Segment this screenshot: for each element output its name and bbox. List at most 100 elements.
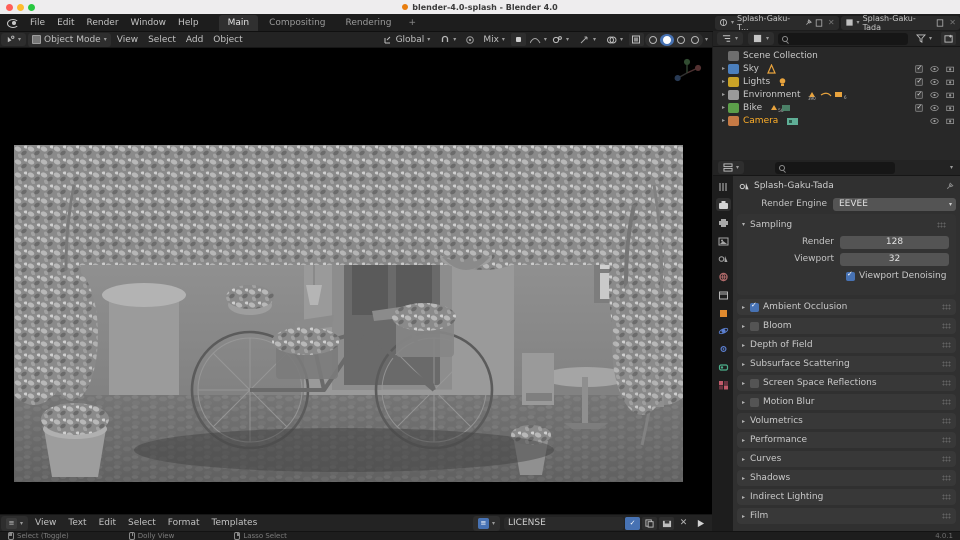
menu-window[interactable]: Window xyxy=(125,16,173,30)
panel-screen-space-reflections[interactable]: ▸ Screen Space Reflections xyxy=(737,375,956,391)
outliner-row-toggles[interactable] xyxy=(930,117,955,125)
viewport-denoising-row[interactable]: Viewport Denoising xyxy=(744,269,949,283)
render-engine-dropdown[interactable]: EEVEE ▾ xyxy=(833,198,956,211)
sampling-panel-header[interactable]: ▾ Sampling xyxy=(742,217,951,232)
eye-icon[interactable] xyxy=(930,91,939,99)
close-icon[interactable]: ✕ xyxy=(828,18,835,27)
sampling-render-field[interactable]: 128 xyxy=(840,236,949,249)
camera-icon[interactable] xyxy=(946,104,955,112)
shading-rendered-button[interactable] xyxy=(688,34,702,46)
text-menu-view[interactable]: View xyxy=(29,516,62,530)
save-file-button[interactable] xyxy=(659,517,674,530)
menu-edit[interactable]: Edit xyxy=(51,16,80,30)
checkbox-enable[interactable] xyxy=(915,104,923,112)
shading-solid-button[interactable] xyxy=(660,34,674,46)
properties-search-input[interactable] xyxy=(775,162,895,174)
eye-icon[interactable] xyxy=(930,65,939,73)
outliner-display-mode-button[interactable]: ▾ xyxy=(748,32,774,45)
text-menu-edit[interactable]: Edit xyxy=(93,516,122,530)
new-collection-button[interactable] xyxy=(941,32,956,45)
add-workspace-button[interactable]: + xyxy=(402,15,422,31)
camera-icon[interactable] xyxy=(946,117,955,125)
transform-orientation-selector[interactable]: Global ▾ xyxy=(379,33,435,47)
viewlayer-selector-tab[interactable]: ▾ Splash-Gaku-Tada ✕ xyxy=(841,16,960,30)
eye-icon[interactable] xyxy=(930,78,939,86)
workspace-tab-rendering[interactable]: Rendering xyxy=(337,15,401,31)
outliner-search-input[interactable] xyxy=(778,33,908,45)
object-mode-selector[interactable]: Object Mode ▾ xyxy=(28,33,111,47)
panel-subsurface-scattering[interactable]: ▸ Subsurface Scattering xyxy=(737,356,956,372)
shading-wireframe-button[interactable] xyxy=(646,34,660,46)
panel-depth-of-field[interactable]: ▸ Depth of Field xyxy=(737,337,956,353)
properties-tab-output[interactable] xyxy=(716,216,731,229)
panel-bloom[interactable]: ▸ Bloom xyxy=(737,318,956,334)
checkbox-ambient-occlusion[interactable] xyxy=(750,303,759,312)
text-datablock-selector[interactable]: ≡ ▾ xyxy=(473,516,500,531)
checkbox-enable[interactable] xyxy=(915,78,923,86)
new-scene-icon[interactable] xyxy=(815,19,823,27)
gizmo-toggle[interactable]: ▾ xyxy=(575,33,600,47)
run-script-button[interactable] xyxy=(693,517,708,530)
properties-tab-modifiers[interactable] xyxy=(716,324,731,337)
outliner-row-bike[interactable]: ▸ Bike 50 xyxy=(713,101,960,114)
checkbox-enable[interactable] xyxy=(915,65,923,73)
checkbox-bloom[interactable] xyxy=(750,322,759,331)
outliner-row-sky[interactable]: ▸ Sky xyxy=(713,62,960,75)
panel-curves[interactable]: ▸ Curves xyxy=(737,451,956,467)
checkbox-motion-blur[interactable] xyxy=(750,398,759,407)
snap-toggle[interactable]: ▾ xyxy=(436,33,460,47)
proportional-edit-toggle[interactable] xyxy=(462,33,477,46)
workspace-tab-main[interactable]: Main xyxy=(219,15,259,31)
outliner-row-toggles[interactable] xyxy=(915,91,955,99)
chevron-down-icon[interactable]: ▾ xyxy=(950,164,953,171)
overlays-toggle[interactable]: ▾ xyxy=(602,33,627,47)
checkbox-screen-space-reflections[interactable] xyxy=(750,379,759,388)
viewport-menu-view[interactable]: View xyxy=(112,33,143,47)
expand-triangle-icon[interactable]: ▸ xyxy=(719,91,728,98)
properties-tab-view-layer[interactable] xyxy=(716,234,731,247)
outliner-row-lights[interactable]: ▸ Lights xyxy=(713,75,960,88)
outliner-row-toggles[interactable] xyxy=(915,104,955,112)
outliner-editor-type-button[interactable]: ▾ xyxy=(717,32,743,45)
duplicate-datablock-button[interactable] xyxy=(642,517,657,530)
panel-ambient-occlusion[interactable]: ▸ Ambient Occlusion xyxy=(737,299,956,315)
panel-indirect-lighting[interactable]: ▸ Indirect Lighting xyxy=(737,489,956,505)
outliner-row-toggles[interactable] xyxy=(915,78,955,86)
properties-tab-scene[interactable] xyxy=(716,252,731,265)
viewport-canvas[interactable] xyxy=(0,48,712,514)
scene-selector-tab[interactable]: ▾ Splash-Gaku-T... ✕ xyxy=(715,16,839,30)
checkbox-enable[interactable] xyxy=(915,91,923,99)
properties-tab-world[interactable] xyxy=(716,270,731,283)
properties-editor-type-button[interactable]: ▾ xyxy=(718,161,744,174)
unlink-datablock-button[interactable]: ✕ xyxy=(676,517,691,530)
properties-tab-object-data[interactable] xyxy=(716,360,731,373)
eye-icon[interactable] xyxy=(930,117,939,125)
properties-tab-physics[interactable] xyxy=(716,342,731,355)
menu-render[interactable]: Render xyxy=(81,16,125,30)
outliner-filter-button[interactable]: ▾ xyxy=(912,32,936,45)
outliner-row-toggles[interactable] xyxy=(915,65,955,73)
expand-triangle-icon[interactable]: ▸ xyxy=(719,78,728,85)
properties-tab-render[interactable] xyxy=(716,198,731,211)
pin-icon[interactable] xyxy=(804,19,812,27)
eye-icon[interactable] xyxy=(930,104,939,112)
editor-type-3dview-icon[interactable]: ▾ xyxy=(1,33,26,46)
properties-tab-tool[interactable] xyxy=(716,180,731,193)
editor-type-text-icon[interactable]: ≡ ▾ xyxy=(1,516,28,531)
viewport-menu-object[interactable]: Object xyxy=(208,33,247,47)
panel-volumetrics[interactable]: ▸ Volumetrics xyxy=(737,413,956,429)
panel-film[interactable]: ▸ Film xyxy=(737,508,956,524)
object-visibility-selector[interactable]: ▾ xyxy=(548,33,573,47)
panel-motion-blur[interactable]: ▸ Motion Blur xyxy=(737,394,956,410)
blender-logo-icon[interactable] xyxy=(6,17,19,28)
menu-help[interactable]: Help xyxy=(172,16,205,30)
properties-tab-object[interactable] xyxy=(716,306,731,319)
text-menu-format[interactable]: Format xyxy=(162,516,206,530)
falloff-preview-button[interactable] xyxy=(511,33,526,46)
expand-triangle-icon[interactable]: ▸ xyxy=(719,104,728,111)
outliner-row-scene-collection[interactable]: Scene Collection xyxy=(713,49,960,62)
camera-icon[interactable] xyxy=(946,65,955,73)
camera-icon[interactable] xyxy=(946,91,955,99)
viewport-menu-select[interactable]: Select xyxy=(143,33,181,47)
properties-tab-collection[interactable] xyxy=(716,288,731,301)
